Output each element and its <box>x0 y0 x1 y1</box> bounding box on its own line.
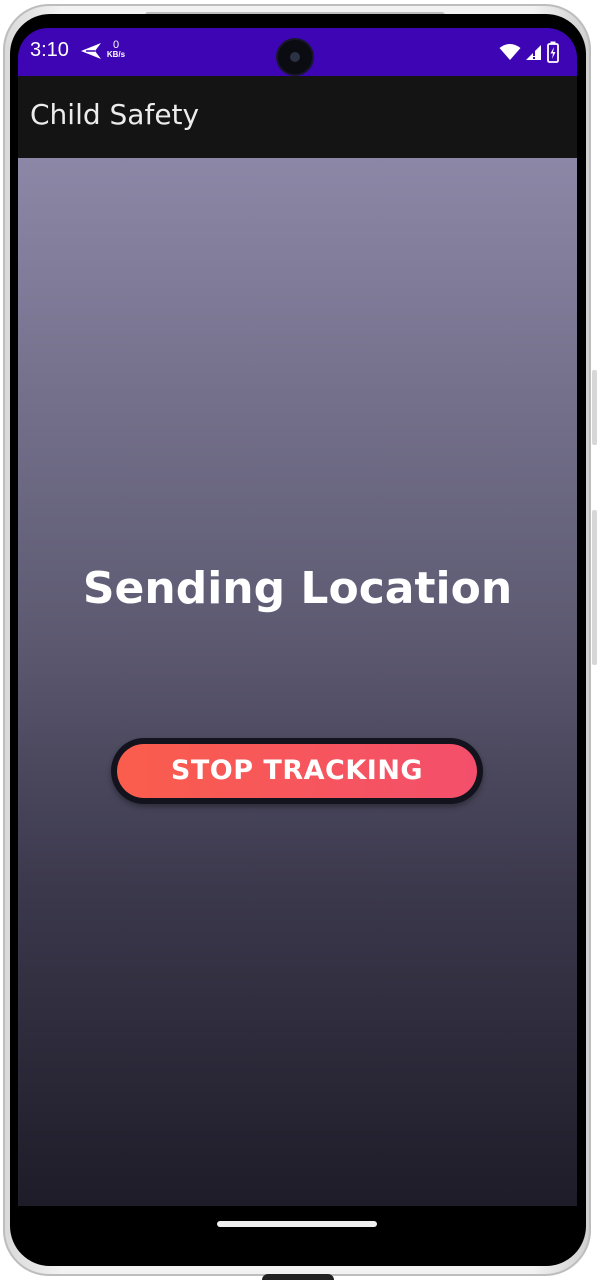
screen: 3:10 0 KB/s Child Safety Sending Locatio… <box>18 28 577 1240</box>
camera-lens <box>290 52 300 62</box>
status-icons <box>499 40 559 64</box>
stop-tracking-button[interactable]: STOP TRACKING <box>111 738 483 804</box>
navigation-bar <box>18 1206 577 1240</box>
network-speed: 0 KB/s <box>104 40 128 60</box>
network-speed-value: 0 <box>112 39 120 51</box>
battery-charging-icon <box>547 41 559 63</box>
signal-icon <box>526 45 541 60</box>
volume-button <box>592 370 597 445</box>
power-button <box>592 510 597 665</box>
network-speed-unit: KB/s <box>106 50 126 59</box>
app-bar: Child Safety <box>18 76 577 158</box>
status-bar: 3:10 0 KB/s <box>18 28 577 76</box>
send-icon <box>81 43 101 59</box>
bottom-port <box>262 1274 334 1280</box>
front-camera <box>278 40 312 74</box>
wifi-icon <box>499 44 521 60</box>
stop-tracking-button-label: STOP TRACKING <box>170 755 424 786</box>
app-title: Child Safety <box>30 98 200 131</box>
home-gesture-handle[interactable] <box>217 1221 377 1227</box>
main-content: Sending Location STOP TRACKING <box>18 158 577 1206</box>
status-heading: Sending Location <box>82 563 513 614</box>
status-time: 3:10 <box>30 39 69 61</box>
device-frame: 3:10 0 KB/s Child Safety Sending Locatio… <box>0 0 597 1280</box>
